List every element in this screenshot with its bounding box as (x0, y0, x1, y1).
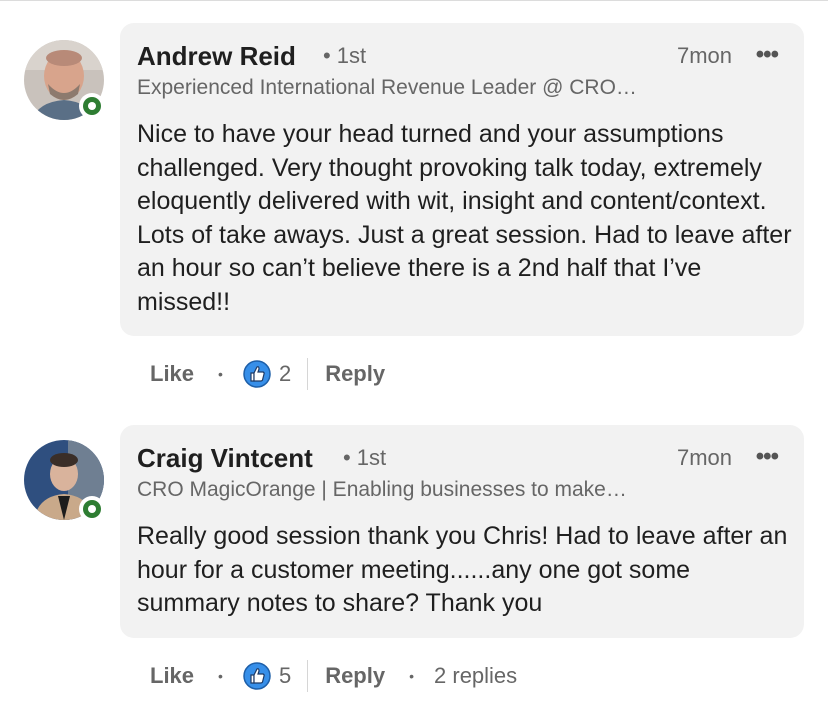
reply-button[interactable]: Reply (325, 361, 385, 387)
online-status-icon (79, 93, 105, 119)
connection-degree: • 1st (323, 43, 366, 69)
more-options-icon[interactable]: ••• (756, 443, 779, 471)
reaction-count: 5 (278, 663, 292, 688)
reaction-summary[interactable]: 5 (243, 662, 291, 690)
author-name[interactable]: Craig Vintcent (137, 443, 313, 474)
comment-bubble: Andrew Reid • 1st 7mon ••• Experienced In… (120, 23, 804, 336)
action-divider (307, 660, 309, 692)
comment-bubble: Craig Vintcent • 1st 7mon ••• CRO MagicOr… (120, 425, 804, 638)
comment-item: Craig Vintcent • 1st 7mon ••• CRO MagicOr… (0, 400, 828, 719)
comment-text: Really good session thank you Chris! Had… (137, 522, 788, 617)
action-bullet: • (218, 668, 223, 684)
like-button[interactable]: Like (150, 361, 194, 387)
comment-actions: Like • 5 Reply • 2 replies (150, 659, 517, 693)
reaction-count: 2 (278, 361, 292, 386)
reply-button[interactable]: Reply (325, 663, 385, 689)
reaction-summary[interactable]: 2 (243, 360, 291, 388)
thumbs-up-icon (243, 360, 271, 388)
degree-label: 1st (356, 445, 387, 470)
view-replies-link[interactable]: 2 replies (434, 663, 517, 689)
connection-degree: • 1st (343, 445, 386, 471)
action-bullet: • (409, 668, 415, 684)
thumbs-up-icon (243, 662, 271, 690)
action-divider (307, 358, 309, 390)
comment-time: 7mon (676, 43, 732, 68)
degree-bullet: • (323, 43, 331, 68)
more-options-icon[interactable]: ••• (756, 41, 779, 69)
comment-actions: Like • 2 Reply (150, 357, 385, 391)
online-status-icon (79, 496, 105, 522)
degree-label: 1st (336, 43, 367, 68)
comment-text: Nice to have your head turned and your a… (137, 120, 792, 316)
action-bullet: • (218, 366, 223, 382)
comment-item: Andrew Reid • 1st 7mon ••• Experienced In… (0, 0, 828, 400)
comment-time: 7mon (676, 445, 732, 470)
author-headline: Experienced International Revenue Leader… (137, 76, 637, 99)
degree-bullet: • (343, 445, 351, 470)
like-button[interactable]: Like (150, 663, 194, 689)
author-headline: CRO MagicOrange | Enabling businesses to… (137, 478, 627, 501)
author-name[interactable]: Andrew Reid (137, 41, 296, 72)
